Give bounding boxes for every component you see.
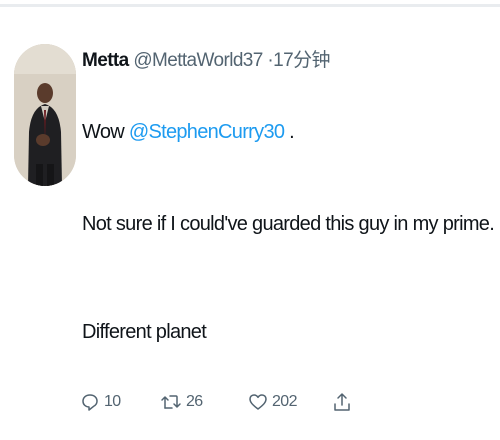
- tweet-text-prefix: Wow: [82, 121, 129, 143]
- tweet-header: Metta @MettaWorld37 ·17分钟: [82, 48, 330, 74]
- avatar[interactable]: [14, 44, 76, 186]
- reply-button[interactable]: 10: [80, 388, 121, 416]
- tweet-timestamp[interactable]: 17分钟: [273, 50, 330, 71]
- author-display-name[interactable]: Metta: [82, 50, 129, 71]
- tweet[interactable]: Metta @MettaWorld37 ·17分钟 Wow @StephenCu…: [0, 0, 500, 440]
- like-icon: [248, 392, 268, 412]
- share-button[interactable]: [332, 388, 352, 416]
- retweet-count: 26: [186, 393, 203, 410]
- tweet-text-suffix: .: [284, 121, 295, 143]
- tweet-text-line-2: Not sure if I could've guarded this guy …: [82, 213, 495, 235]
- reply-count: 10: [104, 393, 121, 410]
- tweet-text-line-3: Different planet: [82, 321, 207, 343]
- header-separator: ·: [262, 50, 274, 71]
- mention-link[interactable]: @StephenCurry30: [129, 121, 285, 143]
- reply-icon: [80, 392, 100, 412]
- retweet-button[interactable]: 26: [160, 388, 203, 416]
- like-button[interactable]: 202: [248, 388, 298, 416]
- retweet-icon: [160, 392, 182, 412]
- like-count: 202: [272, 393, 298, 410]
- tweet-actions: 10 26 202: [80, 388, 380, 416]
- author-handle[interactable]: @MettaWorld37: [133, 50, 263, 71]
- share-icon: [332, 391, 352, 413]
- tweet-text-line-1: Wow @StephenCurry30 .: [82, 118, 295, 146]
